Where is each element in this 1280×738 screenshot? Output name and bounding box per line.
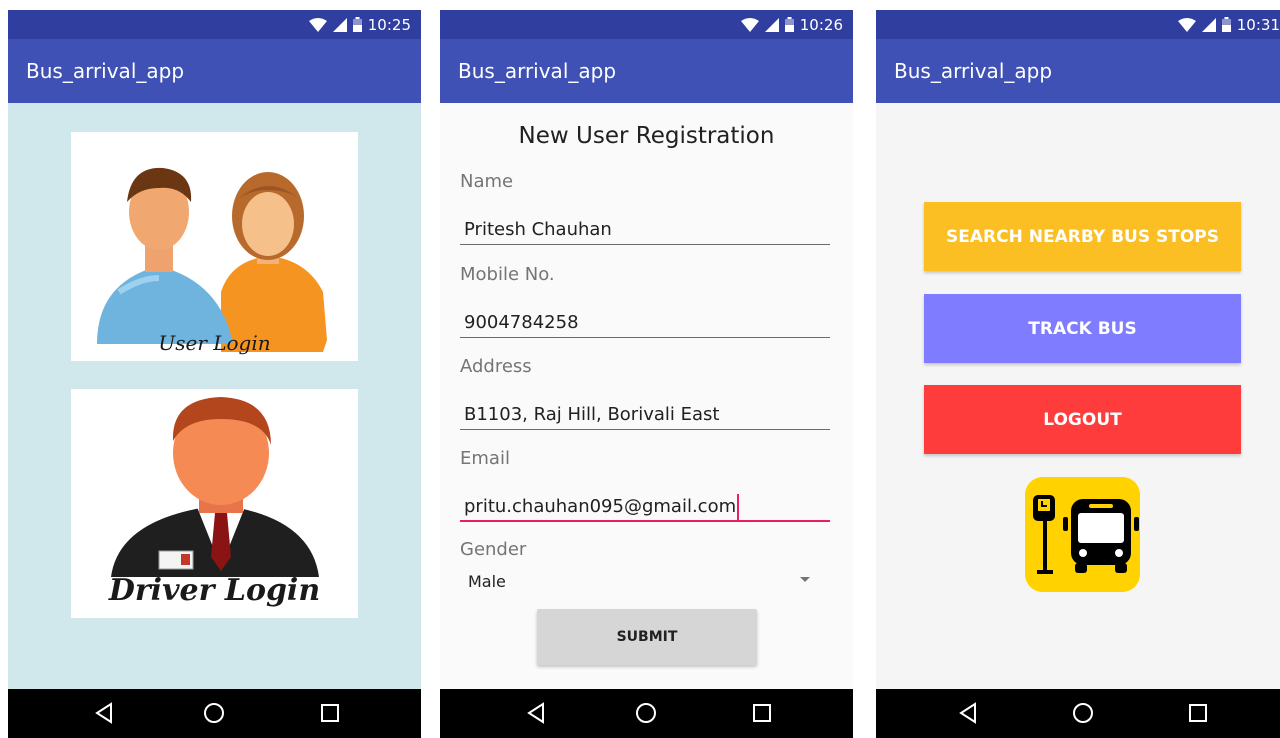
recents-button[interactable] — [750, 701, 774, 725]
home-button[interactable] — [634, 701, 658, 725]
user-login-card[interactable]: User Login — [71, 132, 358, 361]
gender-label: Gender — [460, 539, 527, 560]
bus-stop-logo — [1025, 477, 1140, 592]
text-caret — [737, 494, 739, 520]
track-bus-button[interactable]: TRACK BUS — [924, 294, 1241, 363]
recents-icon — [321, 704, 339, 722]
recents-icon — [1189, 704, 1207, 722]
app-title: Bus_arrival_app — [458, 59, 617, 83]
back-button[interactable] — [524, 701, 548, 725]
status-time: 10:25 — [367, 15, 411, 34]
name-label: Name — [460, 171, 514, 192]
home-icon — [636, 703, 656, 723]
home-icon — [1073, 703, 1093, 723]
registration-screen: 10:26 Bus_arrival_app New User Registrat… — [440, 10, 853, 738]
recents-icon — [753, 704, 771, 722]
mobile-label: Mobile No. — [460, 264, 555, 285]
status-bar: 10:25 — [8, 10, 421, 39]
signal-icon — [332, 17, 347, 32]
bus-stop-icon — [1025, 477, 1140, 592]
submit-button[interactable]: SUBMIT — [537, 609, 757, 665]
wifi-icon — [740, 17, 759, 32]
wifi-icon — [308, 17, 327, 32]
dropdown-arrow-icon[interactable] — [800, 577, 810, 582]
nav-bar — [440, 689, 853, 738]
app-bar: Bus_arrival_app — [8, 39, 421, 103]
battery-icon — [784, 17, 794, 32]
back-icon — [95, 702, 112, 724]
menu-screen: 10:31 Bus_arrival_app SEARCH NEARBY BUS … — [876, 10, 1280, 738]
back-button[interactable] — [956, 701, 980, 725]
mobile-input[interactable] — [460, 308, 830, 338]
logout-button[interactable]: LOGOUT — [924, 385, 1241, 454]
home-button[interactable] — [1071, 701, 1095, 725]
email-input[interactable] — [460, 492, 830, 522]
signal-icon — [764, 17, 779, 32]
status-time: 10:26 — [799, 15, 843, 34]
recents-button[interactable] — [1186, 701, 1210, 725]
nav-bar — [8, 689, 421, 738]
home-icon — [204, 703, 224, 723]
status-bar: 10:31 — [876, 10, 1280, 39]
wifi-icon — [1177, 17, 1196, 32]
home-button[interactable] — [202, 701, 226, 725]
app-bar: Bus_arrival_app — [440, 39, 853, 103]
driver-login-card[interactable]: Driver Login — [71, 389, 358, 618]
driver-login-caption: Driver Login — [108, 573, 321, 608]
app-title: Bus_arrival_app — [26, 59, 185, 83]
name-input[interactable] — [460, 215, 830, 245]
app-title: Bus_arrival_app — [894, 59, 1053, 83]
signal-icon — [1201, 17, 1216, 32]
status-bar: 10:26 — [440, 10, 853, 39]
back-button[interactable] — [92, 701, 116, 725]
recents-button[interactable] — [318, 701, 342, 725]
gender-select[interactable]: Male — [468, 572, 506, 591]
login-content: User Login Driver Login — [8, 103, 421, 689]
battery-icon — [1221, 17, 1231, 32]
app-bar: Bus_arrival_app — [876, 39, 1280, 103]
user-login-caption: User Login — [158, 331, 271, 355]
user-login-icon — [97, 167, 327, 352]
menu-content: SEARCH NEARBY BUS STOPS TRACK BUS LOGOUT — [876, 103, 1280, 689]
status-time: 10:31 — [1236, 15, 1280, 34]
email-label: Email — [460, 448, 510, 469]
form-title: New User Registration — [518, 123, 775, 149]
login-screen: 10:25 Bus_arrival_app User Login Driver … — [8, 10, 421, 738]
back-icon — [527, 702, 544, 724]
battery-icon — [352, 17, 362, 32]
address-label: Address — [460, 356, 532, 377]
nav-bar — [876, 689, 1280, 738]
address-input[interactable] — [460, 400, 830, 430]
back-icon — [959, 702, 976, 724]
search-nearby-bus-stops-button[interactable]: SEARCH NEARBY BUS STOPS — [924, 202, 1241, 271]
registration-form: New User Registration Name Mobile No. Ad… — [440, 103, 853, 689]
